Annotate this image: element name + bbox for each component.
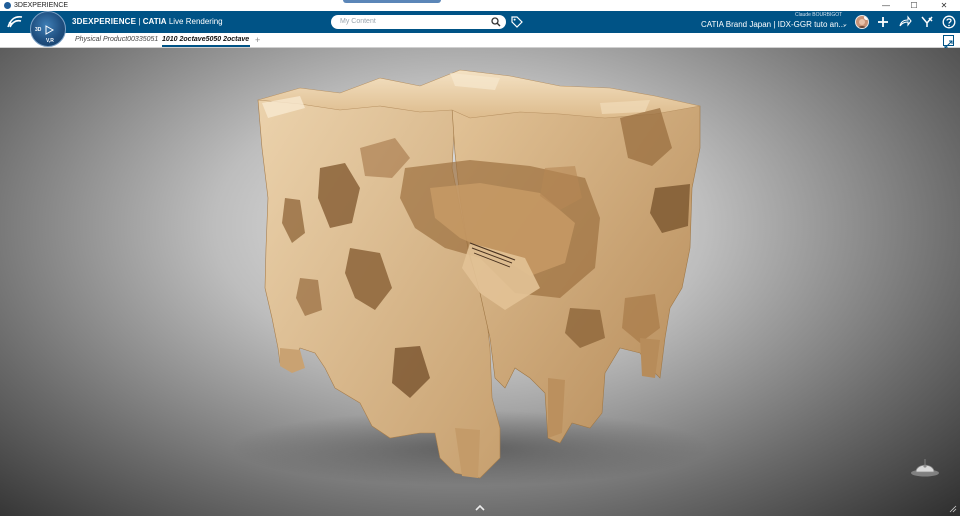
share-icon[interactable] xyxy=(898,15,912,29)
notification-dot xyxy=(864,16,868,20)
expand-up-icon[interactable] xyxy=(474,504,486,512)
brand-title: 3DEXPERIENCE | CATIA Live Rendering xyxy=(72,17,223,26)
close-button[interactable]: ✕ xyxy=(933,0,955,11)
compass-3d-label: 3D xyxy=(35,27,42,33)
minimize-button[interactable]: — xyxy=(875,0,897,11)
app-icon xyxy=(4,2,11,9)
help-icon[interactable] xyxy=(942,15,956,29)
search-icon[interactable] xyxy=(491,17,501,27)
user-name: Claude BOURBIGOT xyxy=(795,12,843,18)
lattice-model-render[interactable] xyxy=(0,48,960,516)
compass-widget[interactable]: 3D V,R xyxy=(30,11,66,47)
play-icon[interactable] xyxy=(45,25,54,35)
robot-icon[interactable] xyxy=(908,453,942,477)
tenant-selector[interactable]: CATIA Brand Japan | IDX-GGR tuto an... xyxy=(701,20,845,29)
resize-grip-icon[interactable] xyxy=(949,505,957,513)
active-tab-indicator xyxy=(162,45,250,47)
tools-icon[interactable] xyxy=(920,15,934,29)
tab-physical-product[interactable]: Physical Product00335051 xyxy=(75,33,158,47)
maximize-button[interactable]: ☐ xyxy=(903,0,925,11)
titlebar-handle[interactable] xyxy=(343,0,441,3)
window-titlebar: 3DEXPERIENCE — ☐ ✕ xyxy=(0,0,960,11)
avatar[interactable] xyxy=(855,15,869,29)
tag-icon[interactable] xyxy=(511,16,523,28)
window-title: 3DEXPERIENCE xyxy=(14,2,69,9)
top-bar: 3DEXPERIENCE | CATIA Live Rendering My C… xyxy=(0,11,960,33)
tab-bar: Physical Product00335051 1010 2octave505… xyxy=(0,33,960,49)
add-tab-button[interactable]: + xyxy=(255,33,260,47)
compass-vr-label: V,R xyxy=(46,38,54,44)
chevron-down-icon[interactable]: ⌄ xyxy=(842,20,848,28)
search-input[interactable]: My Content xyxy=(331,15,506,29)
plus-icon[interactable] xyxy=(876,15,890,29)
ds-logo-icon[interactable] xyxy=(6,14,24,30)
search-placeholder: My Content xyxy=(340,18,376,25)
maximize-viewer-icon[interactable] xyxy=(943,35,954,49)
3d-viewport[interactable] xyxy=(0,48,960,516)
